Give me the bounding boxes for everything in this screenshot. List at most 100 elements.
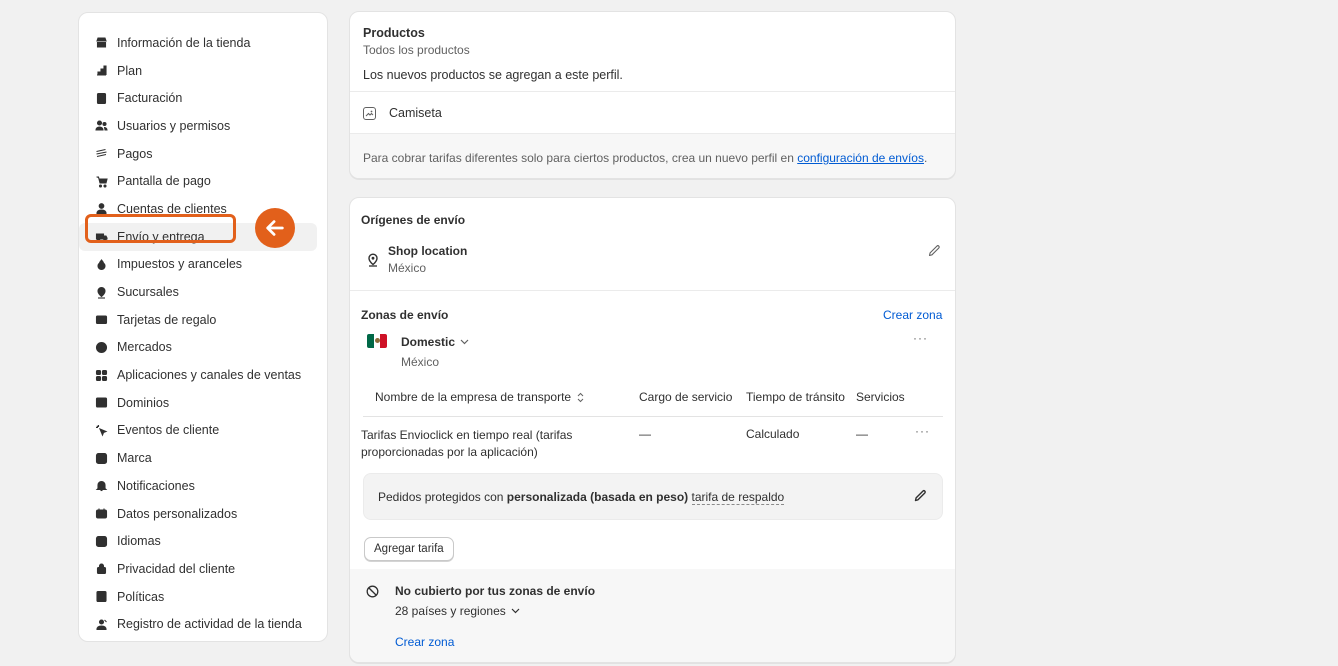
product-row[interactable]: Camiseta <box>363 106 442 120</box>
globe-blocked-icon <box>366 585 379 603</box>
policies-icon <box>95 590 108 603</box>
gift-card-icon <box>95 313 108 326</box>
backup-rate-box: Pedidos protegidos con personalizada (ba… <box>363 473 943 520</box>
zone-more-actions-icon[interactable]: ··· <box>913 331 928 345</box>
not-covered-title: No cubierto por tus zonas de envío <box>395 584 596 598</box>
location-pin-icon <box>367 253 379 272</box>
rate-carrier-line2: proporcionadas por la aplicación) <box>361 445 538 459</box>
column-header-services: Servicios <box>856 390 905 404</box>
add-rate-button-wrap: Agregar tarifa <box>364 537 454 561</box>
sidebar-item-billing[interactable]: Facturación <box>79 84 327 112</box>
sidebar-item-plan[interactable]: Plan <box>79 57 327 85</box>
rate-transit: Calculado <box>746 427 800 441</box>
backup-rate-link[interactable]: tarifa de respaldo <box>691 490 785 505</box>
bell-icon <box>95 479 108 492</box>
backup-rate-type: personalizada (basada en peso) <box>506 490 689 504</box>
sort-icon <box>577 392 584 403</box>
languages-icon <box>95 535 108 548</box>
not-covered-count-dropdown[interactable]: 28 países y regiones <box>395 604 520 618</box>
arrow-left-annotation-icon <box>255 208 295 248</box>
table-divider <box>363 416 943 417</box>
column-header-carrier[interactable]: Nombre de la empresa de transporte <box>375 390 584 404</box>
sidebar-item-users[interactable]: Usuarios y permisos <box>79 112 327 140</box>
sidebar-item-store[interactable]: Información de la tienda <box>79 29 327 57</box>
products-footer-text: Para cobrar tarifas diferentes solo para… <box>363 151 798 165</box>
sidebar-item-label: Marca <box>117 451 152 466</box>
divider <box>350 290 955 291</box>
lock-icon <box>95 562 108 575</box>
location-pin-icon <box>95 286 108 299</box>
sidebar-item-label: Aplicaciones y canales de ventas <box>117 368 302 383</box>
sidebar-item-payments[interactable]: Pagos <box>79 140 327 168</box>
cursor-click-icon <box>95 424 108 437</box>
sidebar-item-label: Pantalla de pago <box>117 174 211 189</box>
shipping-origins-zones-card: Orígenes de envío Shop location México Z… <box>349 197 956 663</box>
origins-title: Orígenes de envío <box>361 213 466 227</box>
sidebar-item-label: Idiomas <box>117 534 161 549</box>
products-note: Los nuevos productos se agregan a este p… <box>363 68 623 82</box>
edit-backup-rate-pencil-icon[interactable] <box>913 489 927 508</box>
sidebar-item-custom-data[interactable]: Datos personalizados <box>79 500 327 528</box>
delivery-truck-icon <box>95 230 108 243</box>
sidebar-item-brand[interactable]: Marca <box>79 444 327 472</box>
sidebar-item-gift-card[interactable]: Tarjetas de regalo <box>79 306 327 334</box>
mexico-flag-icon <box>367 334 387 348</box>
billing-icon <box>95 92 108 105</box>
sidebar-item-label: Usuarios y permisos <box>117 118 231 133</box>
sidebar-item-label: Pagos <box>117 146 153 161</box>
sidebar-item-bell[interactable]: Notificaciones <box>79 472 327 500</box>
product-image-placeholder-icon <box>363 106 376 120</box>
products-subtitle: Todos los productos <box>363 43 470 57</box>
edit-location-pencil-icon[interactable] <box>927 244 941 263</box>
sidebar-item-taxes[interactable]: Impuestos y aranceles <box>79 251 327 279</box>
create-zone-link[interactable]: Crear zona <box>883 308 942 322</box>
products-title: Productos <box>363 26 425 40</box>
sidebar-item-checkout[interactable]: Pantalla de pago <box>79 167 327 195</box>
chevron-down-icon <box>460 339 469 345</box>
sidebar-item-label: Información de la tienda <box>117 35 251 50</box>
location-name: Shop location <box>388 244 468 258</box>
table-row: Tarifas Envioclick en tiempo real (tarif… <box>361 427 572 461</box>
sidebar-item-cursor-click[interactable]: Eventos de cliente <box>79 417 327 445</box>
sidebar-item-lock[interactable]: Privacidad del cliente <box>79 555 327 583</box>
products-footer: Para cobrar tarifas diferentes solo para… <box>350 134 955 178</box>
column-header-fee: Cargo de servicio <box>639 390 733 404</box>
rate-more-actions-icon[interactable]: ··· <box>915 424 930 438</box>
zones-title: Zonas de envío <box>361 308 449 322</box>
sidebar-item-languages[interactable]: Idiomas <box>79 527 327 555</box>
zone-name-dropdown[interactable]: Domestic <box>401 335 469 349</box>
sidebar-item-globe[interactable]: Mercados <box>79 334 327 362</box>
backup-rate-prefix: Pedidos protegidos con <box>378 490 507 504</box>
add-rate-button[interactable]: Agregar tarifa <box>364 537 454 561</box>
rate-fee: — <box>639 427 651 441</box>
zone-name: Domestic <box>401 335 456 349</box>
products-card: Productos Todos los productos Los nuevos… <box>349 11 956 179</box>
sidebar-item-location-pin[interactable]: Sucursales <box>79 278 327 306</box>
zone-country: México <box>401 355 440 369</box>
sidebar-item-policies[interactable]: Políticas <box>79 583 327 611</box>
location-country: México <box>388 261 427 275</box>
customer-accounts-icon <box>95 202 108 215</box>
sidebar-item-label: Impuestos y aranceles <box>117 257 243 272</box>
shipping-settings-link[interactable]: configuración de envíos <box>797 151 924 165</box>
settings-nav-list: Información de la tienda Plan Facturación U… <box>79 29 327 638</box>
custom-data-icon <box>95 507 108 520</box>
activity-log-icon <box>95 618 108 631</box>
sidebar-item-domains[interactable]: Dominios <box>79 389 327 417</box>
not-covered-create-zone-link[interactable]: Crear zona <box>395 635 454 649</box>
not-covered-section: No cubierto por tus zonas de envío 28 pa… <box>350 569 955 662</box>
sidebar-item-apps[interactable]: Aplicaciones y canales de ventas <box>79 361 327 389</box>
checkout-icon <box>95 175 108 188</box>
brand-icon <box>95 452 108 465</box>
domains-icon <box>95 396 108 409</box>
sidebar-item-activity-log[interactable]: Registro de actividad de la tienda <box>79 610 327 638</box>
sidebar-item-label: Mercados <box>117 340 172 355</box>
apps-icon <box>95 369 108 382</box>
column-header-transit: Tiempo de tránsito <box>746 390 845 404</box>
sidebar-item-label: Políticas <box>117 589 165 604</box>
taxes-icon <box>95 258 108 271</box>
sidebar-item-label: Datos personalizados <box>117 506 238 521</box>
payments-icon <box>95 147 108 160</box>
sidebar-item-label: Notificaciones <box>117 478 195 493</box>
sidebar-item-label: Privacidad del cliente <box>117 561 236 576</box>
